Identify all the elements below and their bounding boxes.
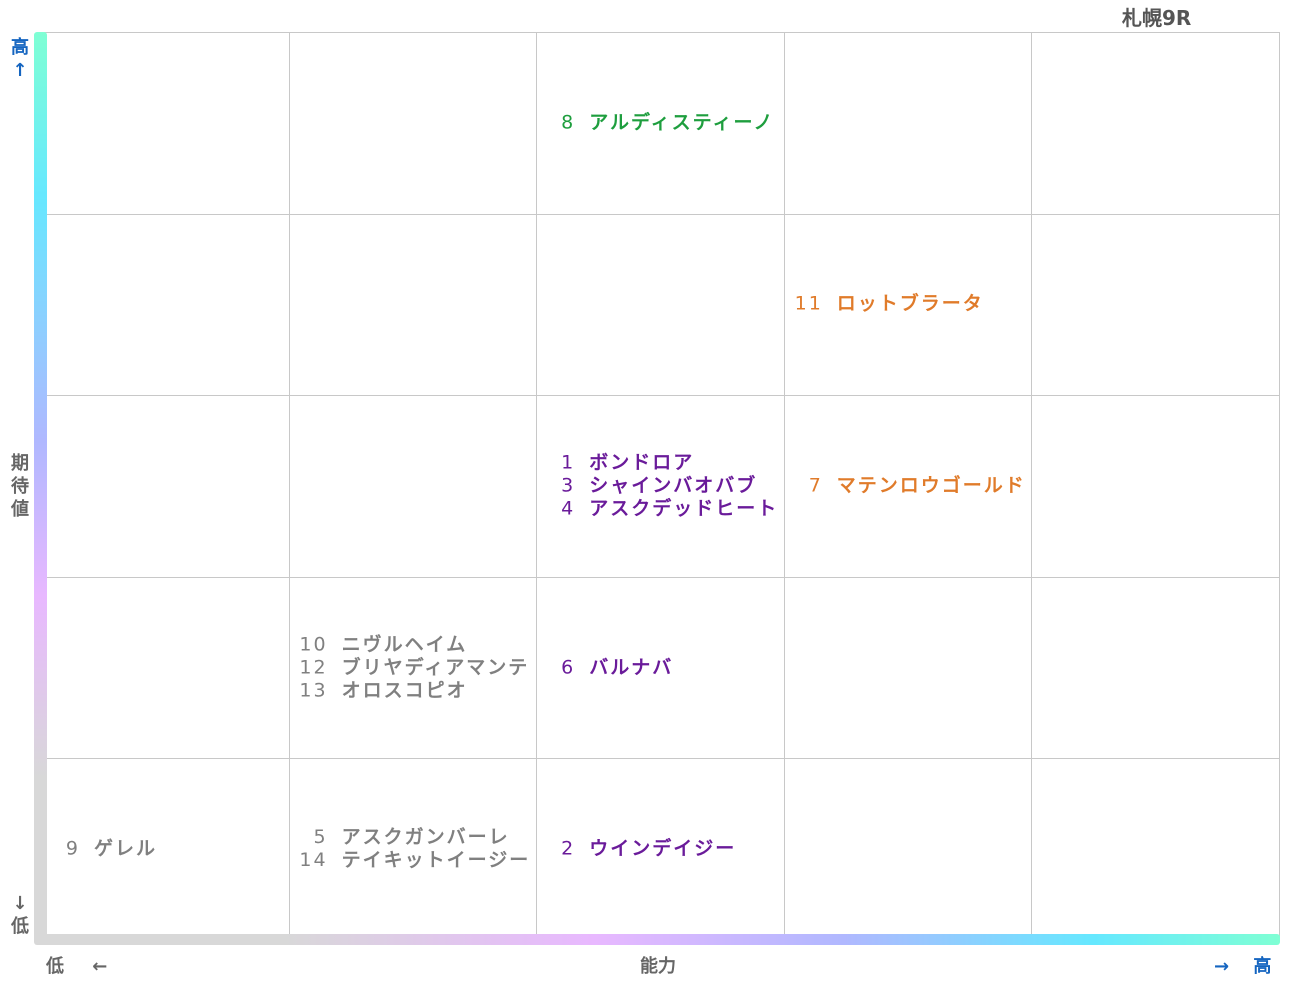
grid-cell (42, 576, 290, 759)
grid-cell (1032, 213, 1280, 396)
cell-entries: 2 ウインデイジー (543, 838, 783, 861)
horse-entry: 9 ゲレル (48, 838, 288, 861)
horse-number: 12 (299, 656, 328, 679)
horse-number: 2 (561, 837, 576, 860)
y-axis-label-char: 期 (11, 453, 29, 474)
horse-number: 14 (299, 849, 328, 872)
grid-cell (1032, 32, 1280, 214)
y-axis-label-char: 待 (11, 476, 29, 497)
horse-number: 13 (299, 679, 328, 702)
horse-entry: 3 シャインバオバブ (543, 475, 783, 498)
grid-cell (289, 32, 538, 214)
grid-cell (42, 395, 290, 577)
horse-name: ニヴルヘイム (341, 633, 468, 656)
cell-entries: 1 ボンドロア 3 シャインバオバブ 4 アスクデッドヒート (543, 452, 783, 521)
horse-name: ゲレル (94, 837, 158, 860)
y-low-text: 低 (11, 916, 29, 937)
grid-cell (1032, 395, 1280, 577)
cell-entries: 6 バルナバ (543, 656, 783, 679)
cell-entries: 7 マテンロウゴールド (791, 475, 1031, 498)
grid-cell (42, 32, 290, 214)
x-axis-label: 能力 (640, 956, 676, 977)
horse-name: ブリヤディアマンテ (341, 656, 530, 679)
horse-name: アスクガンバーレ (341, 826, 510, 849)
x-axis-low-label: 低 ← (46, 952, 107, 978)
y-high-text: 高 (11, 37, 29, 58)
horse-entry: 7 マテンロウゴールド (791, 475, 1031, 498)
cell-entries: 10 ニヴルヘイム 12 ブリヤディアマンテ 13 オロスコピオ (296, 633, 536, 702)
chart-title: 札幌9R (1122, 6, 1192, 30)
horse-number: 5 (313, 826, 328, 849)
horse-number: 7 (808, 474, 823, 497)
horse-name: ロットブラータ (836, 292, 984, 315)
cell-entries: 11 ロットブラータ (791, 293, 1031, 316)
grid-cell (289, 395, 538, 577)
horse-entry: 14 テイキットイージー (296, 849, 536, 872)
horse-name: シャインバオバブ (589, 474, 758, 497)
horse-name: アスクデッドヒート (589, 497, 779, 520)
horse-number: 3 (561, 474, 576, 497)
y-axis-label-char: 値 (11, 499, 29, 520)
horse-number: 9 (65, 837, 80, 860)
horse-entry: 10 ニヴルヘイム (296, 633, 536, 656)
arrow-left-icon: ← (92, 956, 108, 977)
horse-entry: 12 ブリヤディアマンテ (296, 656, 536, 679)
cell-entries: 8 アルディスティーノ (543, 111, 783, 134)
y-axis-label: 期待値 (10, 452, 30, 521)
horse-number: 10 (299, 633, 328, 656)
cell-entries: 9 ゲレル (48, 838, 288, 861)
horse-number: 8 (561, 111, 576, 134)
y-axis-low-label: ↓ 低 (10, 892, 30, 938)
cell-entries: 5 アスクガンバーレ 14 テイキットイージー (296, 826, 536, 872)
horse-entry: 4 アスクデッドヒート (543, 498, 783, 521)
horse-name: ボンドロア (589, 451, 695, 474)
grid-cell (537, 213, 785, 396)
x-axis-bar (34, 934, 1280, 945)
x-high-text: 高 (1253, 956, 1272, 977)
horse-name: アルディスティーノ (589, 111, 775, 134)
horse-name: ウインデイジー (589, 837, 737, 860)
horse-name: オロスコピオ (341, 679, 468, 702)
grid-cell (784, 758, 1033, 940)
horse-entry: 13 オロスコピオ (296, 679, 536, 702)
horse-number: 11 (794, 292, 823, 315)
x-axis-high-label: → 高 (1214, 952, 1271, 978)
x-low-text: 低 (46, 956, 64, 977)
horse-entry: 2 ウインデイジー (543, 838, 783, 861)
horse-entry: 1 ボンドロア (543, 452, 783, 475)
grid-cell (42, 213, 290, 396)
horse-entry: 5 アスクガンバーレ (296, 826, 536, 849)
horse-number: 1 (561, 451, 576, 474)
grid-cell (289, 213, 538, 396)
y-axis-high-label: 高 ↑ (10, 36, 30, 82)
arrow-right-icon: → (1214, 956, 1230, 977)
grid-cell (784, 576, 1033, 759)
horse-name: バルナバ (589, 656, 674, 679)
grid-cell (1032, 576, 1280, 759)
horse-name: マテンロウゴールド (836, 474, 1026, 497)
y-axis-bar (34, 32, 47, 942)
horse-entry: 8 アルディスティーノ (543, 111, 783, 134)
horse-entry: 6 バルナバ (543, 656, 783, 679)
horse-number: 6 (561, 656, 576, 679)
horse-name: テイキットイージー (341, 849, 531, 872)
horse-number: 4 (561, 497, 576, 520)
grid-cell (1032, 758, 1280, 940)
chart-grid: 8 アルディスティーノ 11 ロットブラータ 1 ボンドロア 3 シャインバオバブ 4 アスクデッ… (42, 32, 1280, 940)
horse-entry: 11 ロットブラータ (791, 293, 1031, 316)
arrow-up-icon: ↑ (12, 60, 28, 81)
arrow-down-icon: ↓ (12, 893, 28, 914)
grid-cell (784, 32, 1033, 214)
